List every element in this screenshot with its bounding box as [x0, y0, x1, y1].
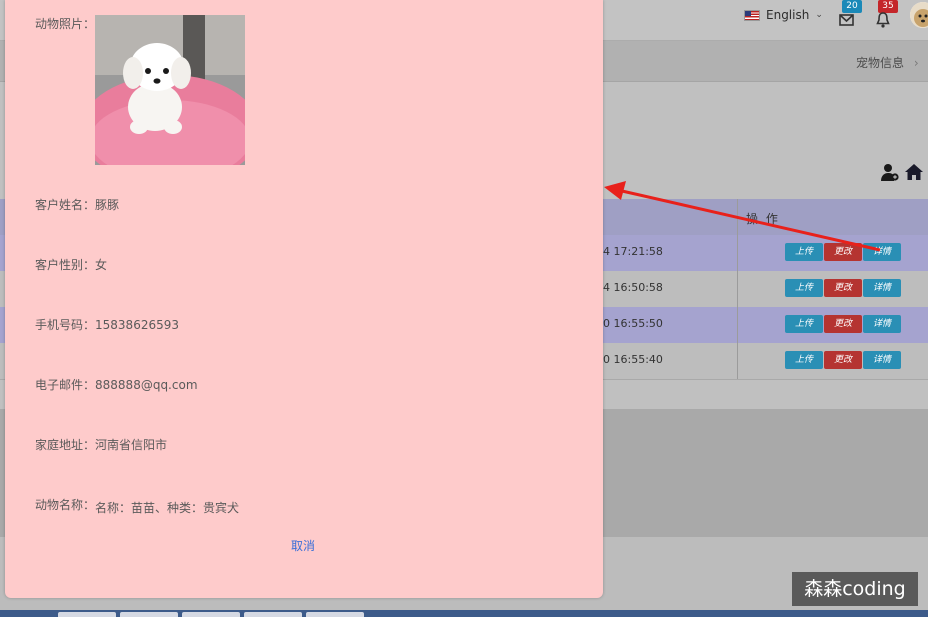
- operation-column-header: 操 作: [746, 212, 780, 226]
- row-time: 0 16:55:40: [603, 353, 663, 366]
- customer-name-field: 客户姓名：豚豚: [35, 196, 119, 213]
- home-icon[interactable]: [904, 162, 924, 182]
- watermark: 森森coding: [792, 572, 918, 606]
- breadcrumb: 宠物信息 › 倘: [856, 54, 928, 71]
- breadcrumb-separator-icon: ›: [913, 56, 919, 70]
- phone-label: 手机号码：: [35, 318, 96, 332]
- row-time: 4 17:21:58: [603, 245, 663, 258]
- animal-name-field: 动物名称：名称：苗苗、种类：贵宾犬: [35, 496, 240, 515]
- detail-button[interactable]: 详情: [863, 279, 901, 297]
- customer-gender-field: 客户性别：女: [35, 256, 107, 273]
- upload-button[interactable]: 上传: [785, 279, 823, 297]
- toolbar-icons: [880, 162, 924, 182]
- address-value: 河南省信阳市: [95, 438, 168, 452]
- customer-gender-label: 客户性别：: [35, 258, 96, 272]
- pet-photo: [95, 15, 245, 165]
- upload-button[interactable]: 上传: [785, 315, 823, 333]
- email-field: 电子邮件：888888@qq.com: [35, 376, 198, 393]
- edit-button[interactable]: 更改: [824, 315, 862, 333]
- user-avatar[interactable]: [910, 2, 928, 28]
- bell-icon: [876, 12, 890, 28]
- photo-label: 动物照片：: [35, 17, 96, 31]
- mail-icon: [839, 14, 854, 26]
- email-label: 电子邮件：: [35, 378, 96, 392]
- animal-name-label: 动物名称：: [35, 498, 96, 512]
- taskbar-item[interactable]: [244, 612, 302, 617]
- add-user-icon[interactable]: [880, 162, 900, 182]
- phone-field: 手机号码：15838626593: [35, 316, 179, 333]
- taskbar-item[interactable]: [182, 612, 240, 617]
- customer-name-value: 豚豚: [95, 198, 120, 212]
- phone-value: 15838626593: [95, 318, 179, 332]
- notification-button[interactable]: 35: [874, 0, 898, 30]
- edit-button[interactable]: 更改: [824, 279, 862, 297]
- email-value: 888888@qq.com: [95, 378, 198, 392]
- mail-button[interactable]: 20: [838, 0, 862, 30]
- column-divider: [737, 199, 738, 379]
- edit-button[interactable]: 更改: [824, 351, 862, 369]
- edit-button[interactable]: 更改: [824, 243, 862, 261]
- pet-detail-modal: 动物照片： 客户姓名：豚豚 客户性别：女 手机号码：15838626593 电子…: [5, 0, 603, 598]
- cancel-button[interactable]: 取消: [291, 537, 315, 554]
- address-label: 家庭地址：: [35, 438, 96, 452]
- customer-gender-value: 女: [95, 258, 108, 272]
- customer-name-label: 客户姓名：: [35, 198, 96, 212]
- animal-name-value: 名称：苗苗、种类：贵宾犬: [95, 501, 240, 515]
- detail-button[interactable]: 详情: [863, 351, 901, 369]
- detail-button[interactable]: 详情: [863, 315, 901, 333]
- upload-button[interactable]: 上传: [785, 243, 823, 261]
- us-flag-icon: [744, 9, 760, 21]
- chevron-down-icon: ⌄: [815, 10, 823, 20]
- dog-avatar-icon: [910, 2, 928, 28]
- address-field: 家庭地址：河南省信阳市: [35, 436, 167, 453]
- taskbar-item[interactable]: [306, 612, 364, 617]
- language-label: English: [766, 8, 810, 22]
- detail-button[interactable]: 详情: [863, 243, 901, 261]
- row-time: 0 16:55:50: [603, 317, 663, 330]
- upload-button[interactable]: 上传: [785, 351, 823, 369]
- breadcrumb-pet-info[interactable]: 宠物信息: [856, 56, 904, 70]
- row-time: 4 16:50:58: [603, 281, 663, 294]
- taskbar-item[interactable]: [58, 612, 116, 617]
- taskbar-item[interactable]: [120, 612, 178, 617]
- language-selector[interactable]: English ⌄: [744, 7, 823, 23]
- white-puppy-image: [95, 15, 245, 165]
